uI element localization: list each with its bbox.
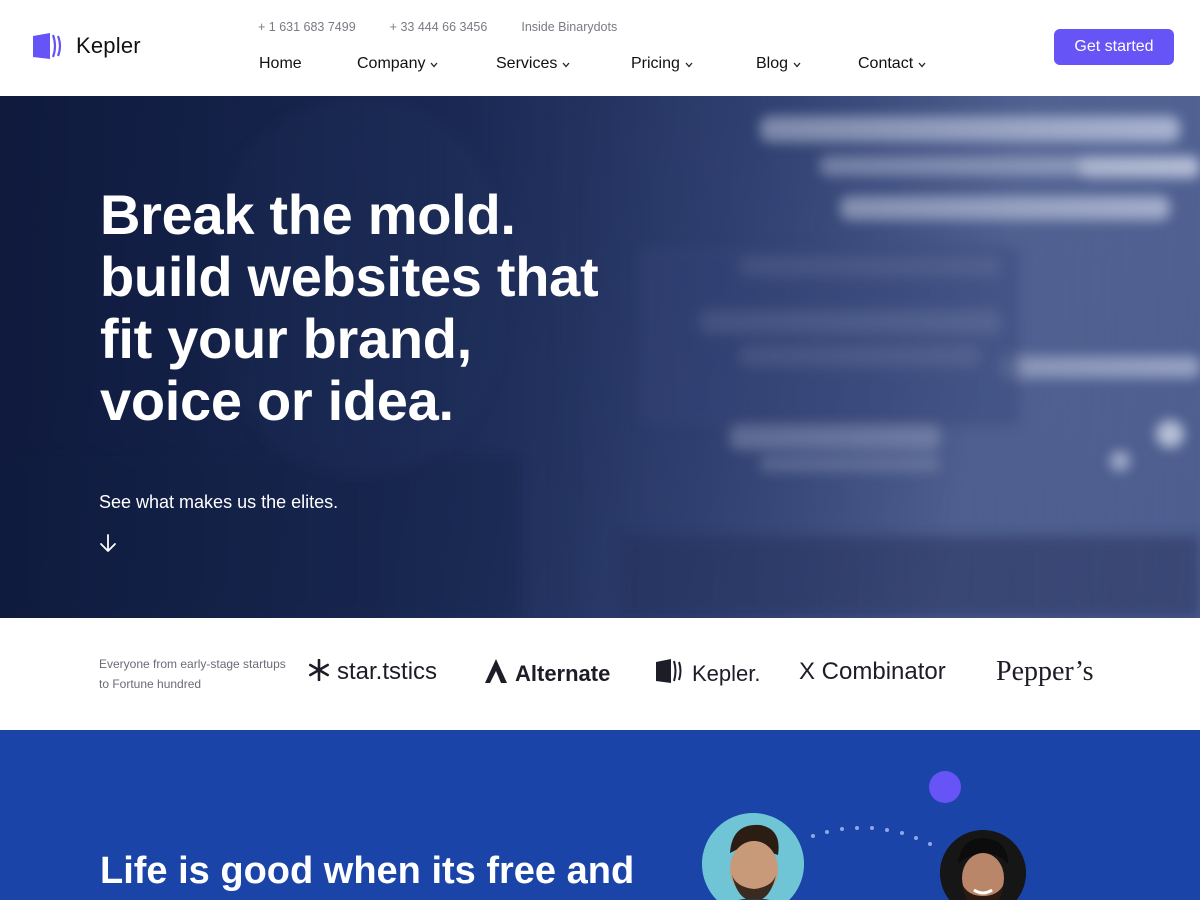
phone-fr[interactable]: + 33 444 66 3456 [390, 20, 488, 34]
hero-title-line: Break the mold. [100, 183, 516, 246]
chevron-down-icon [430, 60, 438, 70]
hero-subtitle: See what makes us the elites. [99, 492, 339, 512]
site-header: Kepler + 1 631 683 7499 + 33 444 66 3456… [0, 0, 1200, 96]
alternate-a-icon [484, 658, 508, 689]
dotted-arc [811, 826, 932, 846]
brand-alternate: Alternate [484, 658, 610, 689]
brand-startstics: star.tstics [308, 658, 437, 686]
contact-topline: + 1 631 683 7499 + 33 444 66 3456 Inside… [258, 20, 617, 34]
nav-label: Blog [756, 55, 789, 72]
nav-company[interactable]: Company [357, 55, 496, 73]
avatar [702, 813, 804, 900]
chevron-down-icon [562, 60, 570, 70]
main-nav: Home Company Services Pricing Blog Conta… [259, 55, 926, 73]
hero-title-line: fit your brand, [100, 307, 472, 370]
kepler-book-icon [655, 658, 685, 689]
brand-name: Kepler. [692, 660, 761, 686]
nav-contact[interactable]: Contact [858, 55, 926, 73]
brand-name: X Combinator [799, 658, 946, 685]
nav-label: Company [357, 55, 426, 72]
arrow-down-icon[interactable] [99, 532, 119, 556]
chevron-down-icon [918, 60, 926, 70]
brand-name: Alternate [515, 660, 611, 686]
nav-label: Contact [858, 55, 914, 72]
inside-link[interactable]: Inside Binarydots [521, 20, 617, 34]
brand-peppers: Pepper’s [996, 656, 1093, 688]
chevron-down-icon [793, 60, 801, 70]
nav-label: Pricing [631, 55, 680, 72]
logos-caption: Everyone from early-stage startups to Fo… [99, 657, 286, 691]
nav-services[interactable]: Services [496, 55, 631, 73]
get-started-button[interactable]: Get started [1054, 29, 1174, 65]
nav-label: Home [259, 55, 302, 72]
avatar [940, 830, 1026, 900]
logo[interactable]: Kepler [32, 31, 141, 61]
logo-text: Kepler [76, 33, 141, 58]
nav-home[interactable]: Home [259, 55, 357, 73]
feature-section: Life is good when its free and [0, 730, 1200, 900]
nav-label: Services [496, 55, 558, 72]
client-logos-section: Everyone from early-stage startups to Fo… [0, 618, 1200, 730]
decorative-dot [929, 771, 961, 803]
nav-blog[interactable]: Blog [756, 55, 858, 73]
chevron-down-icon [685, 60, 693, 70]
brand-name: star.tstics [337, 658, 438, 685]
hero-section: Break the mold. build websites that fit … [0, 96, 1200, 618]
brand-x-combinator: X Combinator [799, 658, 946, 686]
phone-us[interactable]: + 1 631 683 7499 [258, 20, 356, 34]
asterisk-icon [308, 658, 330, 686]
hero-title-line: voice or idea. [100, 369, 454, 432]
nav-pricing[interactable]: Pricing [631, 55, 756, 73]
brand-kepler: Kepler. [655, 658, 761, 689]
hero-title: Break the mold. build websites that fit … [100, 184, 720, 432]
hero-title-line: build websites that [100, 245, 599, 308]
brand-name: Pepper’s [996, 656, 1094, 687]
feature-title: Life is good when its free and [100, 850, 635, 892]
kepler-book-icon [32, 31, 66, 61]
